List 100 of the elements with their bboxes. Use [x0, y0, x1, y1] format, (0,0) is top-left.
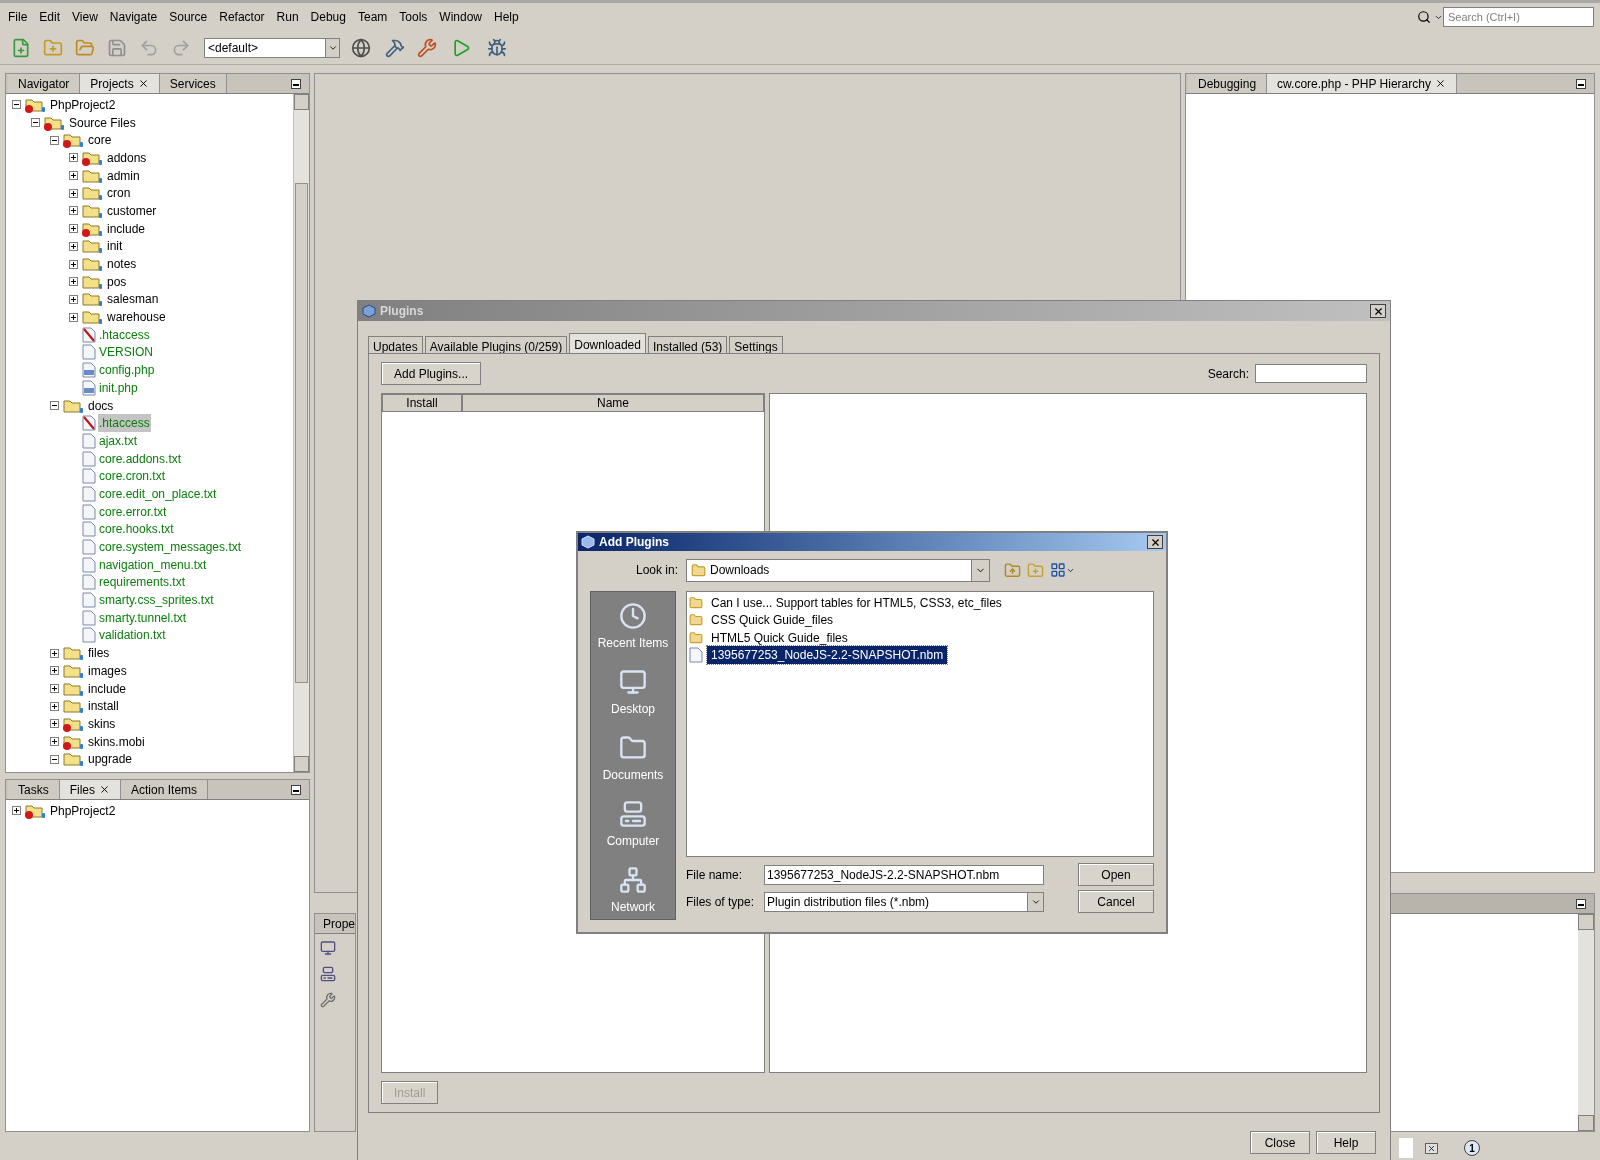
tree-item[interactable]: files: [87, 644, 111, 663]
view-menu-icon[interactable]: [1050, 561, 1075, 579]
tree-item[interactable]: init.php: [98, 378, 139, 397]
tree-item[interactable]: pos: [106, 272, 128, 291]
menu-item[interactable]: Navigate: [103, 8, 164, 26]
menu-item[interactable]: Refactor: [213, 8, 271, 26]
tree-item[interactable]: salesman: [106, 290, 160, 309]
minimize-icon[interactable]: [1576, 898, 1586, 909]
minimize-icon[interactable]: [291, 78, 301, 89]
tree-item[interactable]: notes: [106, 255, 138, 274]
tree-item[interactable]: smarty.tunnel.txt: [98, 608, 188, 627]
tree-item[interactable]: core.error.txt: [98, 502, 168, 521]
expander-toggle[interactable]: [50, 701, 59, 711]
tree-item[interactable]: include: [87, 679, 128, 698]
dialog-button[interactable]: Close: [1250, 1131, 1310, 1154]
expander-toggle[interactable]: [69, 171, 78, 181]
column-header[interactable]: Name: [462, 394, 764, 412]
file-name-field[interactable]: 1395677253_NodeJS-2.2-SNAPSHOT.nbm: [764, 864, 1044, 885]
monitor-icon[interactable]: [320, 940, 336, 956]
file-item[interactable]: CSS Quick Guide_files: [707, 611, 838, 630]
minimize-icon[interactable]: [1576, 78, 1586, 89]
expander-toggle[interactable]: [69, 206, 78, 216]
scrollbar[interactable]: [293, 94, 309, 772]
add-plugins-button[interactable]: Add Plugins...: [381, 362, 482, 385]
expander-toggle[interactable]: [50, 401, 59, 411]
tree-item[interactable]: include: [106, 219, 147, 238]
close-icon[interactable]: [1434, 78, 1446, 89]
dialog-tab[interactable]: Installed (53): [647, 336, 728, 353]
panel-tab[interactable]: Files: [59, 780, 122, 799]
tree-item[interactable]: PhpProject2: [49, 95, 117, 114]
tree-item[interactable]: core.edit_on_place.txt: [98, 484, 218, 503]
tree-item[interactable]: install: [87, 697, 120, 716]
tree-item[interactable]: smarty.css_sprites.txt: [98, 591, 215, 610]
search-field[interactable]: Search (Ctrl+I): [1443, 7, 1594, 27]
close-icon[interactable]: [1149, 536, 1161, 548]
computers-icon[interactable]: [320, 966, 336, 982]
tree-item[interactable]: config.php: [98, 361, 156, 380]
panel-tab[interactable]: Action Items: [121, 780, 209, 799]
notification-bubble[interactable]: 1: [1464, 1140, 1480, 1156]
dialog-button[interactable]: Help: [1316, 1131, 1376, 1154]
tree-item[interactable]: customer: [106, 201, 158, 220]
network-icon[interactable]: [619, 866, 647, 894]
menu-item[interactable]: Window: [433, 8, 489, 26]
expander-toggle[interactable]: [69, 277, 78, 287]
tree-item[interactable]: PhpProject2: [49, 801, 117, 820]
expander-toggle[interactable]: [12, 100, 21, 110]
place-label[interactable]: Recent Items: [597, 634, 669, 652]
computer-icon[interactable]: [619, 800, 647, 828]
close-icon[interactable]: [137, 78, 149, 89]
menu-item[interactable]: Debug: [304, 8, 352, 26]
file-item[interactable]: 1395677253_NodeJS-2.2-SNAPSHOT.nbm: [707, 646, 948, 665]
close-icon[interactable]: [1372, 305, 1384, 317]
tree-item[interactable]: validation.txt: [98, 626, 167, 645]
expander-toggle[interactable]: [50, 684, 59, 694]
expander-toggle[interactable]: [31, 118, 40, 128]
tree-item[interactable]: Source Files: [68, 113, 137, 132]
menu-item[interactable]: View: [66, 8, 104, 26]
desktop-icon[interactable]: [619, 668, 647, 696]
tree-item[interactable]: warehouse: [106, 308, 167, 327]
tree-item[interactable]: addons: [106, 148, 148, 167]
tree-item[interactable]: skins.mobi: [87, 732, 146, 751]
menu-item[interactable]: Edit: [33, 8, 67, 26]
wrench-icon[interactable]: [320, 992, 336, 1008]
file-item[interactable]: Can I use... Support tables for HTML5, CSS3, etc_files: [707, 593, 1006, 612]
column-header[interactable]: Install: [382, 394, 462, 412]
search-field[interactable]: [1255, 364, 1367, 383]
tree-item[interactable]: init: [106, 237, 124, 256]
menu-item[interactable]: Help: [488, 8, 525, 26]
menu-item[interactable]: Tools: [393, 8, 434, 26]
place-label[interactable]: Desktop: [611, 700, 655, 718]
expander-toggle[interactable]: [50, 754, 59, 764]
expander-toggle[interactable]: [69, 188, 78, 198]
tree-item[interactable]: docs: [87, 396, 115, 415]
place-label[interactable]: Computer: [606, 832, 660, 850]
tree-item[interactable]: .htaccess: [98, 325, 151, 344]
expander-toggle[interactable]: [50, 666, 59, 676]
panel-tab[interactable]: Projects: [80, 74, 160, 93]
tree-item[interactable]: core: [87, 131, 113, 150]
documents-folder-icon[interactable]: [619, 734, 647, 762]
menu-item[interactable]: Run: [270, 8, 305, 26]
recent-items-icon[interactable]: [619, 602, 647, 630]
minimize-icon[interactable]: [291, 784, 301, 795]
close-icon[interactable]: [1425, 1142, 1438, 1154]
look-in-dropdown[interactable]: Downloads: [686, 558, 990, 582]
tree-item[interactable]: core.cron.txt: [98, 467, 167, 486]
expander-toggle[interactable]: [69, 294, 78, 304]
panel-tab[interactable]: Tasks: [8, 780, 60, 799]
dialog-tab[interactable]: Settings: [729, 336, 783, 353]
expander-toggle[interactable]: [69, 259, 78, 269]
expander-toggle[interactable]: [50, 648, 59, 658]
close-icon[interactable]: [99, 784, 111, 795]
expander-toggle[interactable]: [69, 312, 78, 322]
expander-toggle[interactable]: [12, 806, 21, 816]
tree-item[interactable]: admin: [106, 166, 141, 185]
expander-toggle[interactable]: [50, 737, 59, 747]
place-label[interactable]: Documents: [602, 766, 664, 784]
open-button[interactable]: Open: [1078, 863, 1154, 886]
dialog-tab[interactable]: Downloaded: [569, 333, 646, 353]
tree-item[interactable]: VERSION: [98, 343, 154, 362]
file-type-dropdown[interactable]: Plugin distribution files (*.nbm): [764, 891, 1044, 912]
